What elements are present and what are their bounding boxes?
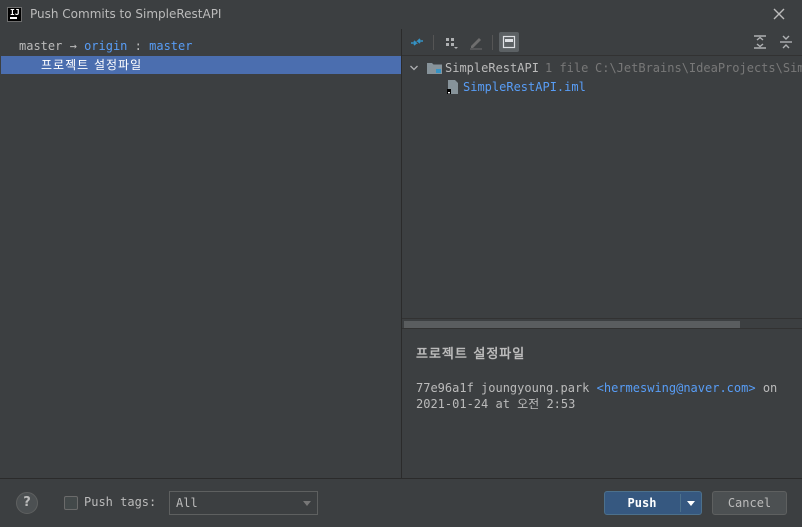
tree-root-label: SimpleRestAPI [445,61,539,75]
tree-root-node[interactable]: SimpleRestAPI 1 file C:\JetBrains\IdeaPr… [402,59,802,77]
remote-branch-link[interactable]: master [149,39,192,53]
edit-source-button[interactable] [466,32,486,52]
chevron-down-icon[interactable] [409,59,419,77]
commit-details-meta: 77e96a1f joungyoung.park <hermeswing@nav… [416,380,796,412]
tree-root-count: 1 file [545,61,589,75]
cancel-button[interactable]: Cancel [712,491,787,515]
commit-details-panel: 프로젝트 설정파일 77e96a1f joungyoung.park <herm… [402,328,802,478]
tree-root-path: C:\JetBrains\IdeaProjects\SimpleRestAPI [595,61,802,75]
tree-file-node[interactable]: SimpleRestAPI.iml [402,78,802,96]
changes-toolbar [402,29,802,56]
commit-on-label: on [762,381,778,395]
push-options-dropdown[interactable] [681,492,702,514]
close-icon [773,8,785,20]
branch-separator: : [134,39,142,53]
push-tags-checkbox[interactable] [64,496,78,510]
commit-author: joungyoung.park [481,381,590,395]
dropdown-arrow-icon [303,501,311,506]
commit-list-item[interactable]: 프로젝트 설정파일 [1,56,401,74]
dialog-button-bar: ? Push tags: All Push Cancel [0,479,802,527]
collapse-all-icon [780,35,792,49]
remote-link[interactable]: origin [84,39,127,53]
toolbar-separator [492,35,493,50]
push-button[interactable]: Push [605,492,679,514]
commit-details-title: 프로젝트 설정파일 [416,347,526,362]
push-tags-select[interactable]: All [169,491,318,515]
title-bar: IJ Push Commits to SimpleRestAPI [0,0,802,29]
help-button[interactable]: ? [16,492,38,514]
group-by-button[interactable] [441,32,461,52]
module-file-icon [447,80,458,94]
window-title: Push Commits to SimpleRestAPI [30,7,222,21]
commit-message: 프로젝트 설정파일 [41,58,143,72]
push-button-group: Push [604,491,702,515]
edit-source-icon [470,38,482,50]
preview-diff-icon [502,35,516,49]
arrow-icon: → [69,39,77,53]
show-diff-button[interactable] [407,32,427,52]
group-by-icon [446,38,458,49]
intellij-app-icon: IJ [7,7,22,22]
expand-all-icon [754,35,766,49]
changes-panel: SimpleRestAPI 1 file C:\JetBrains\IdeaPr… [402,29,802,478]
toolbar-separator [433,35,434,50]
push-tags-label[interactable]: Push tags: [84,495,156,509]
expand-all-button[interactable] [750,32,770,52]
show-diff-icon [411,38,423,46]
commit-hash: 77e96a1f [416,381,474,395]
branch-mapping-row: master → origin : master [19,39,192,55]
commit-email-link[interactable]: <hermeswing@naver.com> [597,381,756,395]
scrollbar-thumb[interactable] [404,321,740,328]
close-button[interactable] [770,5,788,23]
commit-date: 2021-01-24 at 오전 2:53 [416,397,576,411]
tree-file-label: SimpleRestAPI.iml [463,80,586,94]
commits-panel: master → origin : master 프로젝트 설정파일 [1,29,401,478]
local-branch: master [19,39,63,53]
horizontal-scrollbar[interactable] [402,318,802,328]
folder-icon [427,63,442,74]
preview-diff-toggle[interactable] [499,32,519,52]
collapse-all-button[interactable] [776,32,796,52]
changes-tree: SimpleRestAPI 1 file C:\JetBrains\IdeaPr… [402,57,802,319]
push-tags-select-value: All [176,496,198,510]
